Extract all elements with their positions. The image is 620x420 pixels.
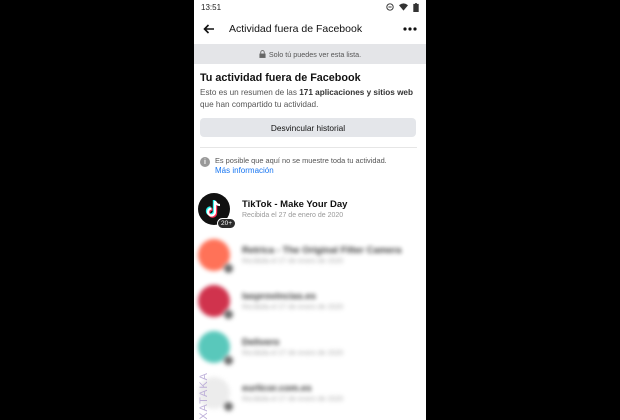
app-received-date: Recibida el 27 de enero de 2020 xyxy=(242,258,344,265)
activity-badge xyxy=(223,263,234,274)
app-list-item[interactable]: eurlicor.com.es Recibida el 27 de enero d… xyxy=(194,370,426,416)
app-name: lasprovincias.es xyxy=(242,291,316,302)
battery-icon xyxy=(413,2,419,12)
page-title: Actividad fuera de Facebook xyxy=(229,23,363,35)
app-icon: 20+ xyxy=(198,193,236,229)
app-received-date: Recibida el 27 de enero de 2020 xyxy=(242,304,344,311)
status-time: 13:51 xyxy=(201,2,222,12)
summary-desc-post: que han compartido tu actividad. xyxy=(200,100,319,109)
summary-desc-bold: 171 aplicaciones y sitios web xyxy=(299,88,413,97)
status-icons xyxy=(386,2,419,12)
app-list-item[interactable]: Retrica - The Original Filter Camera Reci… xyxy=(194,232,426,278)
app-received-date: Recibida el 27 de enero de 2020 xyxy=(242,212,344,219)
back-arrow-icon[interactable] xyxy=(201,21,217,37)
info-text: Es posible que aquí no se muestre toda t… xyxy=(215,156,387,165)
phone-screen: 13:51 Actividad fuera de Facebook Solo t… xyxy=(194,0,426,420)
activity-badge xyxy=(223,355,234,366)
app-texts: Delivero Recibida el 27 de enero de 2020 xyxy=(242,337,343,357)
summary-desc-pre: Esto es un resumen de las xyxy=(200,88,300,97)
app-bar: Actividad fuera de Facebook xyxy=(194,14,426,44)
info-icon: i xyxy=(200,157,210,167)
do-not-disturb-icon xyxy=(386,3,394,11)
apps-list: 20+ TikTok - Make Your Day Recibida el 27 … xyxy=(194,186,426,416)
summary-description: Esto es un resumen de las 171 aplicacion… xyxy=(200,87,416,111)
info-box: i Es posible que aquí no se muestre toda… xyxy=(194,148,426,176)
app-icon xyxy=(198,239,234,274)
app-texts: Retrica - The Original Filter Camera Reci… xyxy=(242,245,401,265)
activity-count-badge: 20+ xyxy=(216,218,236,229)
app-icon xyxy=(198,331,234,366)
app-name: Retrica - The Original Filter Camera xyxy=(242,245,402,256)
more-options-icon[interactable] xyxy=(402,21,418,37)
clear-history-button[interactable]: Desvincular historial xyxy=(200,118,416,137)
status-bar: 13:51 xyxy=(194,0,426,14)
activity-badge xyxy=(223,309,234,320)
activity-badge xyxy=(223,401,234,412)
app-name: Delivero xyxy=(242,337,280,348)
app-list-item[interactable]: lasprovincias.es Recibida el 27 de enero … xyxy=(194,278,426,324)
info-text-wrap: Es posible que aquí no se muestre toda t… xyxy=(215,156,387,176)
app-list-item[interactable]: 20+ TikTok - Make Your Day Recibida el 27 … xyxy=(194,186,426,232)
watermark: XATAKA xyxy=(198,372,210,420)
more-info-link[interactable]: Más información xyxy=(215,166,387,176)
summary-section: Tu actividad fuera de Facebook Esto es u… xyxy=(194,64,426,111)
wifi-icon xyxy=(399,3,408,11)
app-list-item[interactable]: Delivero Recibida el 27 de enero de 2020 xyxy=(194,324,426,370)
privacy-notice: Solo tú puedes ver esta lista. xyxy=(194,44,426,64)
app-received-date: Recibida el 27 de enero de 2020 xyxy=(242,350,344,357)
lock-icon xyxy=(259,50,266,58)
app-name: eurlicor.com.es xyxy=(242,383,312,394)
privacy-notice-text: Solo tú puedes ver esta lista. xyxy=(268,49,362,59)
app-texts: eurlicor.com.es Recibida el 27 de enero d… xyxy=(242,383,343,403)
app-name: TikTok - Make Your Day xyxy=(242,199,348,210)
app-icon xyxy=(198,285,234,320)
app-texts: lasprovincias.es Recibida el 27 de enero … xyxy=(242,291,343,311)
app-received-date: Recibida el 27 de enero de 2020 xyxy=(242,396,344,403)
app-texts: TikTok - Make Your Day Recibida el 27 de … xyxy=(242,199,347,219)
summary-title: Tu actividad fuera de Facebook xyxy=(200,72,361,84)
